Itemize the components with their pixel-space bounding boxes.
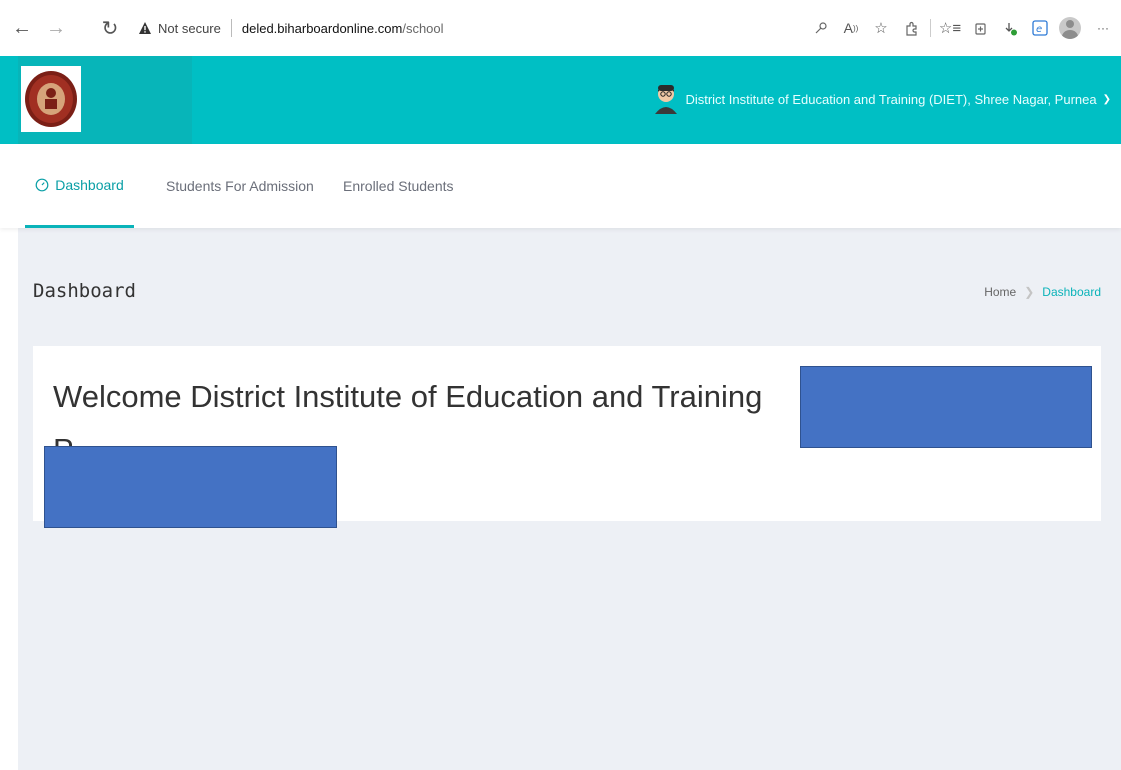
- url-host: deled.biharboardonline.com: [241, 20, 403, 36]
- main-content: Dashboard Home ❯ Dashboard Welcome Distr…: [18, 228, 1121, 770]
- welcome-card: Welcome District Institute of Education …: [33, 346, 1101, 528]
- breadcrumb-current: Dashboard: [1042, 285, 1101, 299]
- breadcrumb: Home ❯ Dashboard: [984, 285, 1101, 299]
- extensions-icon[interactable]: [896, 14, 926, 42]
- password-key-icon[interactable]: [806, 14, 836, 42]
- browser-toolbar: ← → ↻ Not secure deled.biharboardonline.…: [0, 0, 1121, 56]
- back-arrow-icon[interactable]: ←: [10, 16, 34, 40]
- address-bar[interactable]: Not secure deled.biharboardonline.com/sc…: [138, 15, 444, 41]
- read-aloud-icon[interactable]: A)): [836, 14, 866, 42]
- gauge-icon: [35, 178, 49, 191]
- tab-dashboard[interactable]: Dashboard: [25, 144, 134, 228]
- profile-icon[interactable]: [1055, 14, 1085, 42]
- tab-label: Enrolled Students: [343, 178, 454, 194]
- redaction-box: [44, 446, 337, 528]
- main-nav-tabs: Dashboard Students For Admission Enrolle…: [0, 144, 1121, 228]
- tab-label: Students For Admission: [166, 178, 314, 194]
- internet-explorer-icon[interactable]: e: [1025, 14, 1055, 42]
- breadcrumb-home-link[interactable]: Home: [984, 285, 1016, 299]
- svg-text:e: e: [1036, 24, 1042, 35]
- redaction-box: [800, 366, 1092, 448]
- tab-label: Dashboard: [55, 176, 124, 193]
- warning-triangle-icon: [139, 22, 151, 34]
- user-avatar-icon: [655, 85, 678, 114]
- refresh-icon[interactable]: ↻: [98, 16, 122, 40]
- toolbar-divider: [930, 19, 931, 37]
- favorite-star-icon[interactable]: ☆: [866, 14, 896, 42]
- logo-area: [18, 56, 192, 144]
- board-logo[interactable]: [21, 66, 81, 132]
- url-path: /school: [402, 20, 444, 36]
- tab-enrolled-students[interactable]: Enrolled Students: [343, 144, 454, 228]
- not-secure-label: Not secure: [158, 20, 221, 36]
- address-divider: [230, 19, 232, 37]
- chevron-down-icon: ❯: [1102, 93, 1111, 105]
- welcome-text: Welcome District Institute of Education …: [53, 379, 763, 414]
- collections-icon[interactable]: [965, 14, 995, 42]
- page-title: Dashboard: [33, 280, 136, 302]
- forward-arrow-icon[interactable]: →: [44, 16, 68, 40]
- more-options-icon[interactable]: ···: [1085, 14, 1121, 42]
- app-header: District Institute of Education and Trai…: [0, 56, 1121, 144]
- favorites-list-icon[interactable]: ☆≡: [935, 14, 965, 42]
- user-name: District Institute of Education and Trai…: [685, 91, 1097, 107]
- breadcrumb-separator-icon: ❯: [1024, 285, 1035, 299]
- seal-icon: [25, 71, 77, 127]
- user-menu[interactable]: District Institute of Education and Trai…: [653, 84, 1111, 114]
- tab-students-for-admission[interactable]: Students For Admission: [166, 144, 314, 228]
- downloads-icon[interactable]: [995, 14, 1025, 42]
- browser-action-icons: A)) ☆ ☆≡ e ···: [806, 14, 1121, 42]
